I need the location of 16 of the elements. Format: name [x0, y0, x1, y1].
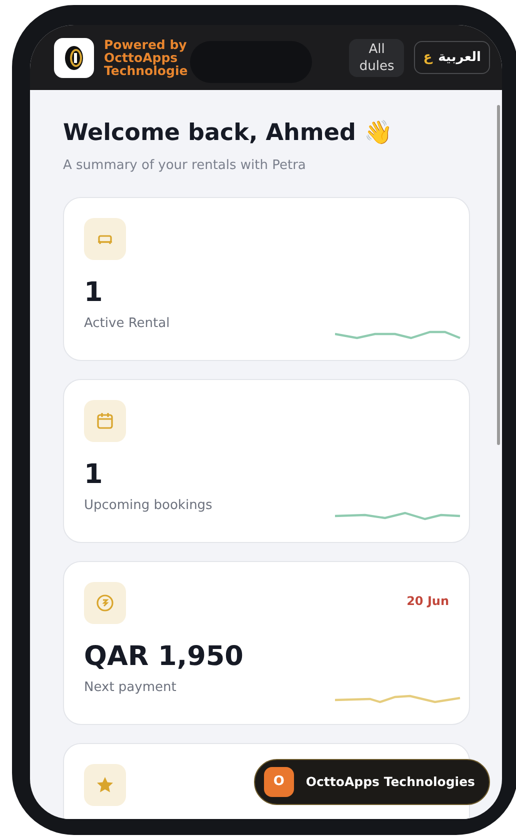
- stat-value: QAR 1,950: [84, 640, 244, 674]
- stat-value: 1: [84, 276, 104, 310]
- calendar-icon: [95, 411, 115, 432]
- brand-text: Powered by OcttoApps Technologie: [104, 38, 188, 77]
- stat-label: Next payment: [84, 679, 178, 698]
- welcome-heading: Welcome back, Ahmed 👋: [63, 120, 394, 148]
- stat-label: Active Rental: [84, 315, 171, 334]
- stat-label: Upcoming bookings: [84, 497, 214, 516]
- stat-value: 1: [84, 458, 104, 492]
- logo-icon: [64, 44, 84, 70]
- summary-subtitle: A summary of your rentals with Petra: [63, 156, 307, 175]
- company-badge-button[interactable]: O OcttoApps Technologies: [254, 759, 490, 805]
- all-modules-button[interactable]: All dules: [349, 38, 404, 76]
- due-date: 20 Jun: [406, 593, 449, 610]
- language-button[interactable]: ع العربية: [414, 40, 490, 74]
- coin-icon: [95, 593, 115, 614]
